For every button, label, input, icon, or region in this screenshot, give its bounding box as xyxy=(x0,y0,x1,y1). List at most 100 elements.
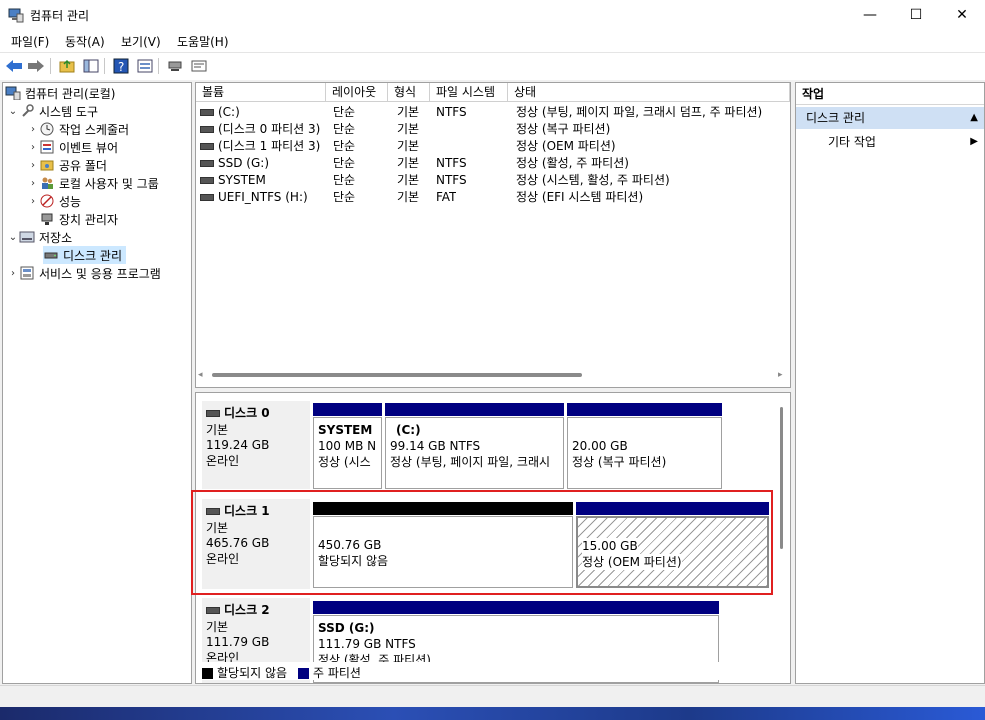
desktop-edge xyxy=(0,707,985,720)
disk-kind: 기본 xyxy=(206,620,229,634)
tree-performance[interactable]: › 성능 xyxy=(27,192,81,210)
partition-size: 100 MB N xyxy=(318,439,377,453)
disk-0-label[interactable]: 디스크 0 기본 119.24 GB 온라인 xyxy=(202,401,310,489)
volume-type: 기본 xyxy=(397,156,420,170)
forward-arrow-icon[interactable] xyxy=(27,57,45,75)
partition-bar-primary xyxy=(385,403,564,416)
connect-icon[interactable] xyxy=(166,57,184,75)
chevron-right-icon[interactable]: › xyxy=(7,268,19,279)
actions-header: 작업 xyxy=(796,83,984,105)
volume-filesystem: FAT xyxy=(436,190,457,204)
volume-layout: 단순 xyxy=(333,156,356,170)
volume-type: 기본 xyxy=(397,139,420,153)
volume-name: SYSTEM xyxy=(218,173,266,187)
scroll-right-icon[interactable]: ▸ xyxy=(778,370,783,380)
menu-file[interactable]: 파일(F) xyxy=(11,33,49,50)
event-viewer-icon xyxy=(39,140,55,154)
performance-icon xyxy=(39,194,55,208)
tree-event-viewer[interactable]: › 이벤트 뷰어 xyxy=(27,138,118,156)
scrollbar-thumb[interactable] xyxy=(212,373,582,377)
partition-name: SSD (G:) xyxy=(318,621,375,635)
table-row[interactable]: (C:) 단순 기본 NTFS 정상 (부팅, 페이지 파일, 크래시 덤프, … xyxy=(196,104,790,121)
chevron-right-icon[interactable]: › xyxy=(27,124,39,135)
chevron-right-icon[interactable]: › xyxy=(27,178,39,189)
tree-event-viewer-label: 이벤트 뷰어 xyxy=(59,140,119,155)
legend-unallocated: 할당되지 않음 xyxy=(202,664,287,681)
disk-size: 111.79 GB xyxy=(206,635,270,649)
legend-primary-label: 주 파티션 xyxy=(313,666,361,680)
column-header-type[interactable]: 형식 xyxy=(388,83,430,102)
tree-system-tools[interactable]: ⌄ 시스템 도구 xyxy=(7,102,98,120)
partition-name: (C:) xyxy=(396,423,421,437)
up-folder-icon[interactable] xyxy=(58,57,76,75)
menu-help[interactable]: 도움말(H) xyxy=(177,33,229,50)
menu-action[interactable]: 동작(A) xyxy=(65,33,105,50)
volume-icon xyxy=(200,109,214,116)
tree-task-scheduler[interactable]: › 작업 스케줄러 xyxy=(27,120,129,138)
volume-icon xyxy=(200,194,214,201)
tree-root-label: 컴퓨터 관리(로컬) xyxy=(25,86,116,101)
column-header-layout[interactable]: 레이아웃 xyxy=(326,83,388,102)
unallocated-swatch xyxy=(202,668,213,679)
disk-icon xyxy=(206,607,220,614)
properties-icon[interactable] xyxy=(136,57,154,75)
close-button[interactable]: ✕ xyxy=(939,0,985,30)
computer-management-icon xyxy=(8,7,24,23)
scroll-left-icon[interactable]: ◂ xyxy=(198,370,203,380)
actions-section-disk-management[interactable]: 디스크 관리 ▲ xyxy=(796,107,984,129)
volume-name: (디스크 0 파티션 3) xyxy=(218,122,321,136)
column-header-filesystem[interactable]: 파일 시스템 xyxy=(430,83,508,102)
column-header-status[interactable]: 상태 xyxy=(508,83,790,102)
chevron-right-icon[interactable]: › xyxy=(27,160,39,171)
volume-icon xyxy=(200,177,214,184)
volume-name: SSD (G:) xyxy=(218,156,269,170)
table-row[interactable]: SYSTEM 단순 기본 NTFS 정상 (시스템, 활성, 주 파티션) xyxy=(196,172,790,189)
tools-icon xyxy=(19,104,35,118)
vertical-scrollbar-thumb[interactable] xyxy=(780,407,783,549)
maximize-button[interactable]: ☐ xyxy=(893,0,939,30)
volume-status: 정상 (활성, 주 파티션) xyxy=(516,156,629,170)
show-hide-tree-icon[interactable] xyxy=(82,57,100,75)
volume-icon xyxy=(200,160,214,167)
export-icon[interactable] xyxy=(190,57,208,75)
chevron-down-icon[interactable]: ⌄ xyxy=(7,106,19,117)
tree-storage[interactable]: ⌄ 저장소 xyxy=(7,228,72,246)
collapse-up-icon[interactable]: ▲ xyxy=(970,107,978,129)
tree-local-users[interactable]: › 로컬 사용자 및 그룹 xyxy=(27,174,159,192)
horizontal-scrollbar[interactable]: ◂ ▸ xyxy=(196,367,788,383)
chevron-right-icon[interactable]: › xyxy=(27,196,39,207)
partition-name: SYSTEM xyxy=(318,423,373,437)
actions-more[interactable]: 기타 작업 ▶ xyxy=(796,131,984,153)
actions-more-label: 기타 작업 xyxy=(828,135,876,149)
tree-disk-management[interactable]: 디스크 관리 xyxy=(43,246,127,264)
volume-list: 볼륨 레이아웃 형식 파일 시스템 상태 (C:) 단순 기본 NTFS 정상 … xyxy=(195,82,791,388)
tree-disk-management-label: 디스크 관리 xyxy=(63,248,123,263)
toolbar: ? xyxy=(0,52,985,81)
back-arrow-icon[interactable] xyxy=(5,57,23,75)
chevron-right-icon[interactable]: › xyxy=(27,142,39,153)
partition-recovery[interactable]: 20.00 GB 정상 (복구 파티션) xyxy=(567,417,722,489)
table-row[interactable]: SSD (G:) 단순 기본 NTFS 정상 (활성, 주 파티션) xyxy=(196,155,790,172)
volume-layout: 단순 xyxy=(333,190,356,204)
table-row[interactable]: (디스크 1 파티션 3) 단순 기본 정상 (OEM 파티션) xyxy=(196,138,790,155)
table-row[interactable]: UEFI_NTFS (H:) 단순 기본 FAT 정상 (EFI 시스템 파티션… xyxy=(196,189,790,206)
volume-type: 기본 xyxy=(397,190,420,204)
title-bar: 컴퓨터 관리 — ☐ ✕ xyxy=(0,0,985,30)
chevron-down-icon[interactable]: ⌄ xyxy=(7,232,19,243)
help-icon[interactable]: ? xyxy=(112,57,130,75)
disk-management-icon xyxy=(43,248,59,262)
legend-unallocated-label: 할당되지 않음 xyxy=(217,666,288,680)
tree-device-manager[interactable]: 장치 관리자 xyxy=(39,210,118,228)
menu-view[interactable]: 보기(V) xyxy=(121,33,161,50)
partition-system[interactable]: SYSTEM 100 MB N 정상 (시스 xyxy=(313,417,382,489)
partition-c[interactable]: (C:) 99.14 GB NTFS 정상 (부팅, 페이지 파일, 크래시 xyxy=(385,417,564,489)
actions-pane: 작업 디스크 관리 ▲ 기타 작업 ▶ xyxy=(795,82,985,684)
tree-services[interactable]: › 서비스 및 응용 프로그램 xyxy=(7,264,161,282)
table-row[interactable]: (디스크 0 파티션 3) 단순 기본 정상 (복구 파티션) xyxy=(196,121,790,138)
column-header-volume[interactable]: 볼륨 xyxy=(196,83,326,102)
tree-shared-folders[interactable]: › 공유 폴더 xyxy=(27,156,107,174)
tree-system-tools-label: 시스템 도구 xyxy=(39,104,99,119)
tree-services-label: 서비스 및 응용 프로그램 xyxy=(39,266,161,281)
tree-root[interactable]: 컴퓨터 관리(로컬) xyxy=(5,84,115,102)
minimize-button[interactable]: — xyxy=(847,0,893,30)
